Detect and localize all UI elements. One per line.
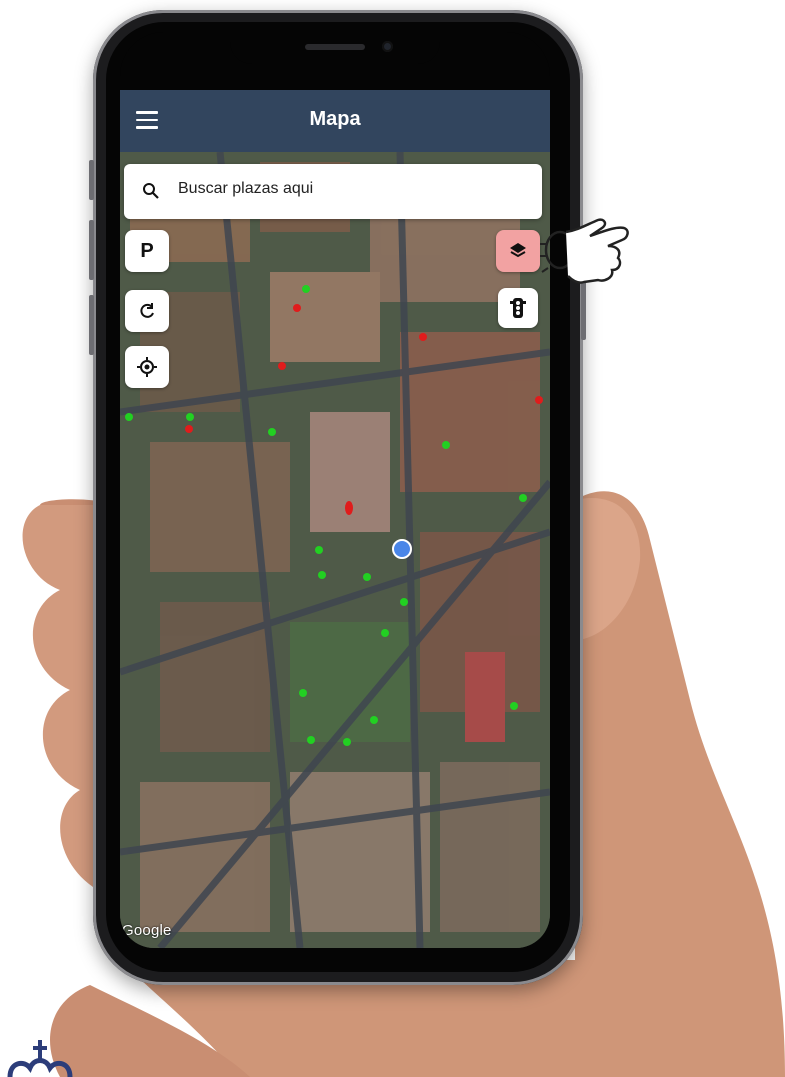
- phone-speaker: [305, 44, 365, 50]
- refresh-icon: [140, 303, 154, 318]
- phone-volume-up: [89, 220, 94, 280]
- layers-icon: [510, 243, 526, 258]
- app-screen: Mapa Buscar plazas aqui P Google: [120, 90, 550, 948]
- traffic-light-icon: [510, 298, 526, 318]
- page-title: Mapa: [309, 108, 361, 130]
- parking-label: P: [140, 239, 154, 262]
- logo-emblem: [7, 1040, 73, 1077]
- search-input[interactable]: Buscar plazas aqui: [178, 180, 313, 198]
- layers-button[interactable]: [496, 230, 540, 272]
- search-icon: [143, 183, 159, 199]
- map-attribution: Google: [122, 922, 172, 939]
- satellite-map[interactable]: [120, 152, 550, 948]
- phone-volume-down: [89, 295, 94, 355]
- tap-hand-icon: [540, 218, 629, 284]
- traffic-button[interactable]: [498, 288, 538, 328]
- phone-notch: [230, 22, 440, 64]
- phone-silent-switch: [89, 160, 94, 200]
- locate-icon: [137, 357, 157, 377]
- search-bar[interactable]: Buscar plazas aqui: [124, 164, 542, 219]
- parking-button[interactable]: P: [125, 230, 169, 272]
- locate-button[interactable]: [125, 346, 169, 388]
- phone-camera: [382, 41, 393, 52]
- app-bar: Mapa: [120, 90, 550, 152]
- refresh-button[interactable]: [125, 290, 169, 332]
